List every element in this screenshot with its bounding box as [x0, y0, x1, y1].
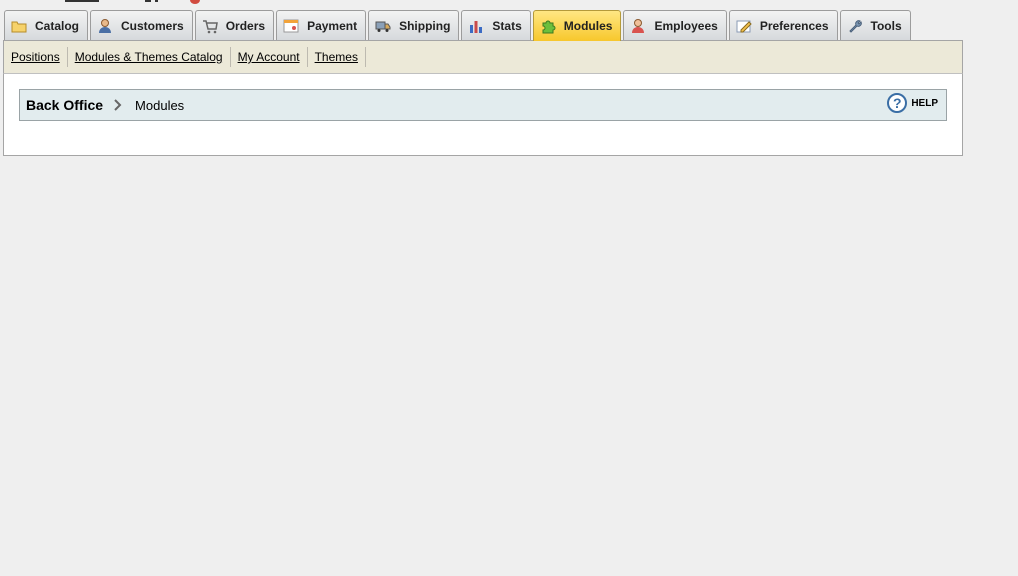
help-icon: ? [887, 93, 908, 113]
truck-icon [375, 18, 391, 34]
tab-preferences[interactable]: Preferences [728, 10, 838, 40]
top-toolbar-fragment [55, 0, 235, 4]
tab-label: Customers [121, 18, 184, 33]
main-tabs: Catalog Customers Orders Payment Shippin… [4, 10, 911, 41]
wrench-icon [847, 18, 863, 34]
puzzle-icon [540, 18, 556, 34]
tab-tools[interactable]: Tools [839, 10, 911, 40]
subtab-modules-themes-catalog[interactable]: Modules & Themes Catalog [68, 47, 231, 67]
tab-label: Modules [563, 19, 613, 33]
breadcrumb-current: Modules [135, 97, 185, 113]
chevron-right-icon [113, 98, 123, 112]
tab-label: Payment [307, 18, 358, 33]
customer-icon [97, 18, 113, 34]
content-panel: Back Office Modules ? HELP [3, 74, 963, 156]
help-label: HELP [911, 97, 938, 109]
tab-customers[interactable]: Customers [90, 10, 193, 40]
preferences-icon [736, 18, 752, 34]
tab-label: Catalog [35, 18, 80, 33]
help-button[interactable]: ? HELP [887, 93, 938, 113]
folder-icon [11, 18, 27, 34]
tab-label: Shipping [399, 18, 451, 33]
tab-shipping[interactable]: Shipping [368, 10, 460, 40]
subtab-bar: Positions Modules & Themes Catalog My Ac… [3, 40, 963, 74]
tab-label: Preferences [759, 18, 829, 33]
tab-label: Stats [492, 18, 522, 33]
subtab-my-account[interactable]: My Account [231, 47, 308, 67]
subtab-positions[interactable]: Positions [4, 47, 68, 67]
tab-label: Orders [225, 18, 266, 33]
subtab-themes[interactable]: Themes [308, 47, 366, 67]
cart-icon [202, 18, 218, 34]
payment-icon [283, 18, 299, 34]
tab-employees[interactable]: Employees [623, 10, 727, 40]
bar-chart-icon [468, 18, 484, 34]
tab-label: Employees [654, 18, 718, 33]
tab-modules[interactable]: Modules [532, 10, 622, 41]
tab-orders[interactable]: Orders [194, 10, 275, 40]
tab-payment[interactable]: Payment [276, 10, 367, 40]
tab-stats[interactable]: Stats [461, 10, 531, 40]
tab-catalog[interactable]: Catalog [4, 10, 89, 40]
employee-icon [630, 18, 646, 34]
tab-label: Tools [870, 18, 902, 33]
breadcrumb-home[interactable]: Back Office [26, 97, 103, 113]
breadcrumb: Back Office Modules ? HELP [19, 89, 947, 121]
